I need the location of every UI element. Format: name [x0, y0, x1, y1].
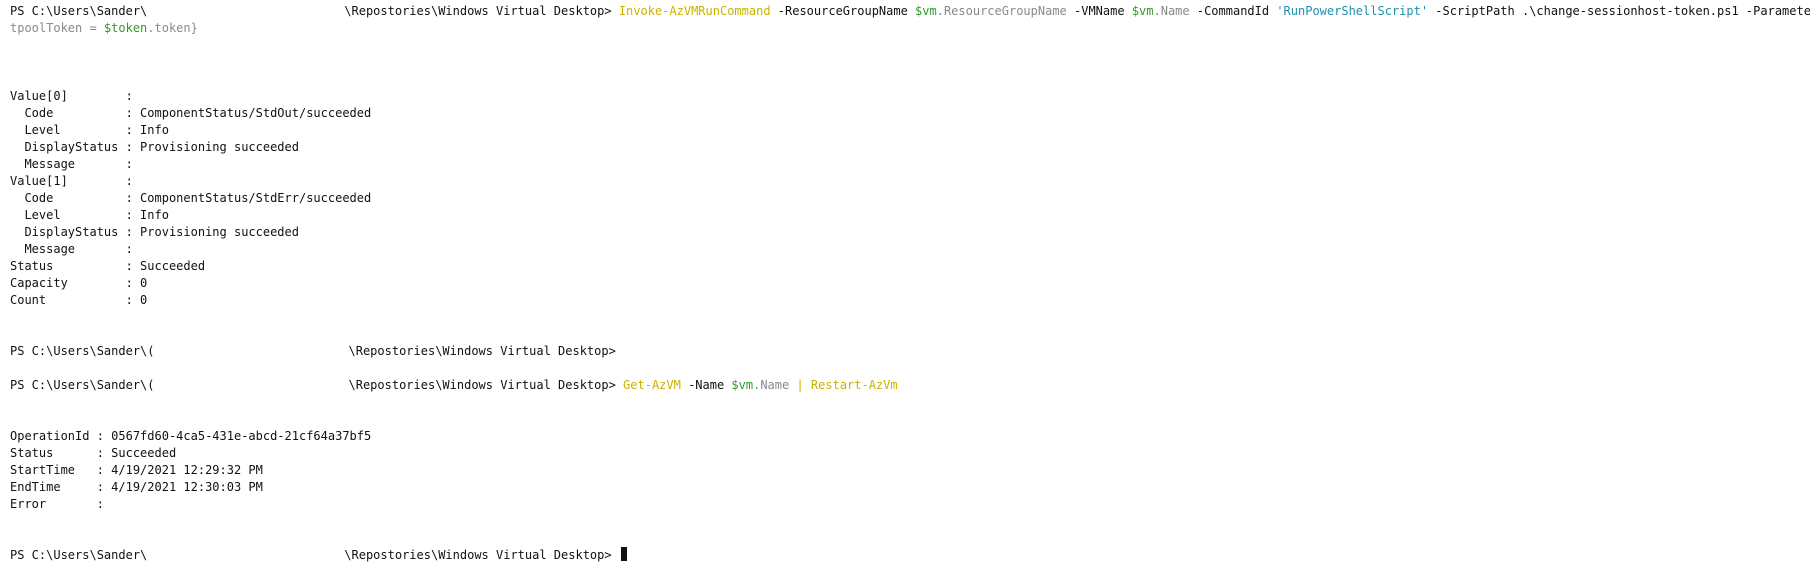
variable: $vm	[1131, 4, 1154, 18]
prompt-suffix: \Repostories\Windows Virtual Desktop>	[344, 548, 619, 562]
cmdlet-name: Restart-AzVm	[810, 378, 898, 392]
output-line: Capacity : 0	[10, 276, 148, 290]
variable: $token	[103, 21, 148, 35]
output-line: DisplayStatus : Provisioning succeeded	[10, 140, 299, 154]
variable: $vm	[731, 378, 754, 392]
command-line-restart: PS C:\Users\Sander\( \Repostories\Windows…	[10, 377, 1810, 394]
output-line: Value[0] :	[10, 89, 133, 103]
output-line: Code : ComponentStatus/StdOut/succeeded	[10, 106, 372, 120]
powershell-console[interactable]: PS C:\Users\Sander\ \Repostories\Windows …	[10, 3, 1810, 564]
hashtable-close: }	[190, 21, 198, 35]
output-line: Status : Succeeded	[10, 259, 206, 273]
cmdlet-name: Get-AzVM	[623, 378, 681, 392]
variable: $vm	[915, 4, 937, 18]
property: .Name	[753, 378, 790, 392]
param: -VMName	[1066, 4, 1132, 18]
param: -ResourceGroupName	[770, 4, 916, 18]
prompt-line-empty: PS C:\Users\Sander\( \Repostories\Windows…	[10, 343, 1810, 360]
hashtable-key: tpoolToken =	[10, 21, 104, 35]
param: -Name	[680, 378, 732, 392]
output-line: Message :	[10, 157, 133, 171]
prompt-suffix: \Repostories\Windows Virtual Desktop>	[348, 378, 624, 392]
output-line: Count : 0	[10, 293, 148, 307]
property: .ResourceGroupName	[936, 4, 1067, 18]
runcommand-output: Value[0] : Code : ComponentStatus/StdOut…	[10, 88, 1810, 309]
prompt-prefix: PS C:\Users\Sander\(	[10, 344, 155, 358]
prompt-prefix: PS C:\Users\Sander\(	[10, 378, 155, 392]
output-line: Level : Info	[10, 208, 169, 222]
prompt-suffix: \Repostories\Windows Virtual Desktop>	[348, 344, 624, 358]
param: -ScriptPath .\change-sessionhost-token.p…	[1435, 4, 1810, 18]
output-line: Status : Succeeded	[10, 446, 177, 460]
command-line-continuation: tpoolToken = $token.token}	[10, 20, 1810, 37]
property: .token	[147, 21, 191, 35]
current-prompt-line[interactable]: PS C:\Users\Sander\ \Repostories\Windows …	[10, 547, 1810, 564]
prompt-prefix: PS C:\Users\Sander\	[10, 548, 148, 562]
output-line: EndTime : 4/19/2021 12:30:03 PM	[10, 480, 263, 494]
output-line: Code : ComponentStatus/StdErr/succeeded	[10, 191, 372, 205]
text-cursor[interactable]	[620, 547, 627, 561]
string-literal: 'RunPowerShellScript'	[1276, 4, 1429, 18]
restart-output: OperationId : 0567fd60-4ca5-431e-abcd-21…	[10, 428, 1810, 513]
pipe-operator: |	[789, 378, 811, 392]
output-line: DisplayStatus : Provisioning succeeded	[10, 225, 299, 239]
param: -CommandId	[1189, 4, 1277, 18]
output-line: StartTime : 4/19/2021 12:29:32 PM	[10, 463, 263, 477]
output-line: OperationId : 0567fd60-4ca5-431e-abcd-21…	[10, 429, 372, 443]
prompt-suffix: \Repostories\Windows Virtual Desktop>	[344, 4, 619, 18]
output-line: Value[1] :	[10, 174, 133, 188]
prompt-prefix: PS C:\Users\Sander\	[10, 4, 148, 18]
cmdlet-name: Invoke-AzVMRunCommand	[618, 4, 771, 18]
output-line: Level : Info	[10, 123, 169, 137]
property: .Name	[1153, 4, 1190, 18]
output-line: Message :	[10, 242, 133, 256]
output-line: Error :	[10, 497, 104, 511]
command-line-invoke: PS C:\Users\Sander\ \Repostories\Windows …	[10, 3, 1810, 20]
